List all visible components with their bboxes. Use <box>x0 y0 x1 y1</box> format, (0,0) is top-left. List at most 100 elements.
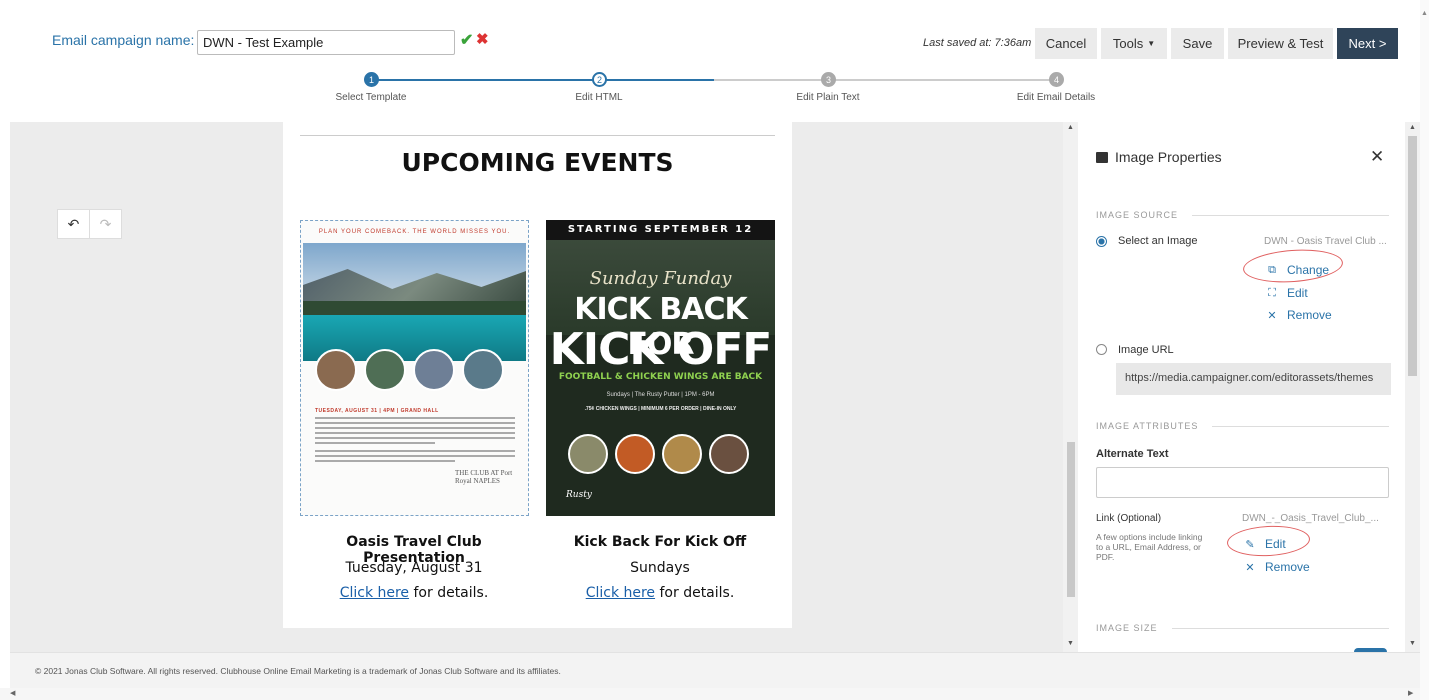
confirm-check-icon[interactable]: ✔ <box>460 30 473 50</box>
step-4-label[interactable]: Edit Email Details <box>1017 92 1095 103</box>
pencil-icon: ✎ <box>1245 538 1255 551</box>
select-image-label[interactable]: Select an Image <box>1118 235 1198 247</box>
edit-link-button[interactable]: ✎ Edit <box>1244 537 1285 551</box>
tools-dropdown-button[interactable]: Tools ▼ <box>1101 28 1167 59</box>
close-icon[interactable]: ✕ <box>1370 147 1384 167</box>
step-1-label[interactable]: Select Template <box>336 92 407 103</box>
remove-link-button[interactable]: ✕ Remove <box>1244 560 1309 574</box>
caret-down-icon: ▼ <box>1147 39 1156 48</box>
stepper-remaining-line <box>714 79 1057 81</box>
flyer-body-text <box>315 417 515 465</box>
scroll-down-arrow-icon[interactable]: ▼ <box>1067 640 1074 647</box>
event-image-oasis-travel[interactable]: PLAN YOUR COMEBACK. THE WORLD MISSES YOU… <box>300 220 529 516</box>
event-date[interactable]: Tuesday, August 31 <box>294 560 534 576</box>
next-button[interactable]: Next > <box>1337 28 1398 59</box>
flyer-subhead: FOOTBALL & CHICKEN WINGS ARE BACK <box>558 372 763 382</box>
flyer-time-line: Sundays | The Rusty Putter | 1PM - 6PM <box>606 392 715 398</box>
save-button[interactable]: Save <box>1171 28 1224 59</box>
change-image-button[interactable]: ⧉ Change <box>1266 263 1329 277</box>
image-edit-icon: ⛶ <box>1268 286 1276 299</box>
canvas-scroll-thumb[interactable] <box>1067 442 1075 597</box>
flyer-photo-circle <box>615 434 655 474</box>
campaign-name-input[interactable] <box>197 30 455 55</box>
image-url-radio[interactable] <box>1096 344 1107 355</box>
event-title[interactable]: Kick Back For Kick Off <box>540 534 780 550</box>
cancel-button[interactable]: Cancel <box>1035 28 1097 59</box>
selected-file-name: DWN - Oasis Travel Club ... <box>1264 236 1387 247</box>
flyer-date-line: TUESDAY, AUGUST 31 | 4PM | GRAND HALL <box>315 408 439 414</box>
flyer-photo-circle <box>568 434 608 474</box>
email-divider <box>300 135 775 136</box>
flyer-deals-line: .75¢ CHICKEN WINGS | MINIMUM 6 PER ORDER… <box>584 406 737 412</box>
copyright-text: © 2021 Jonas Club Software. All rights r… <box>35 666 561 676</box>
flyer-band: STARTING SEPTEMBER 12 <box>546 220 775 240</box>
event-details-line: Click here for details. <box>540 585 780 601</box>
event-details-line: Click here for details. <box>294 585 534 601</box>
close-icon: ✕ <box>1245 561 1255 574</box>
details-suffix: for details. <box>655 585 735 601</box>
select-image-radio[interactable] <box>1096 236 1107 247</box>
editor-canvas: ↶ ↷ UPCOMING EVENTS PLAN YOUR COMEBACK. … <box>10 122 1067 652</box>
email-heading[interactable]: UPCOMING EVENTS <box>283 148 792 177</box>
image-size-section: IMAGE SIZE <box>1096 623 1389 633</box>
panel-title: Image Properties <box>1115 149 1222 165</box>
image-attributes-section: IMAGE ATTRIBUTES <box>1096 421 1389 431</box>
preview-test-button[interactable]: Preview & Test <box>1228 28 1333 59</box>
undo-icon[interactable]: ↶ <box>58 210 90 238</box>
step-3-label[interactable]: Edit Plain Text <box>796 92 859 103</box>
upload-icon: ⧉ <box>1268 263 1276 276</box>
details-suffix: for details. <box>409 585 489 601</box>
edit-image-button[interactable]: ⛶ Edit <box>1266 286 1308 300</box>
page-footer: © 2021 Jonas Club Software. All rights r… <box>10 652 1420 688</box>
click-here-link[interactable]: Click here <box>340 585 409 601</box>
scroll-left-arrow-icon[interactable]: ◀ <box>10 689 15 697</box>
flyer-tagline: PLAN YOUR COMEBACK. THE WORLD MISSES YOU… <box>318 229 511 235</box>
canvas-scrollbar[interactable]: ▲ ▼ <box>1063 122 1078 652</box>
close-icon: ✕ <box>1267 309 1277 322</box>
link-label: Link (Optional) <box>1096 513 1162 524</box>
page-horizontal-scrollbar[interactable]: ◀ ▶ <box>0 688 1420 700</box>
image-icon <box>1096 152 1108 163</box>
flyer-photo-circle <box>413 349 455 391</box>
stepper-progress-line <box>371 79 714 81</box>
panel-scroll-thumb[interactable] <box>1408 136 1417 376</box>
panel-scrollbar[interactable]: ▲ ▼ <box>1405 122 1420 652</box>
step-3-dot[interactable]: 3 <box>821 72 836 87</box>
flyer-photo-circle <box>364 349 406 391</box>
remove-image-button[interactable]: ✕ Remove <box>1266 308 1331 322</box>
event-date[interactable]: Sundays <box>540 560 780 576</box>
last-saved-text: Last saved at: 7:36am <box>923 37 1032 49</box>
flyer-script: Sunday Funday <box>589 268 732 289</box>
event-image-kick-off[interactable]: STARTING SEPTEMBER 12 Sunday Funday KICK… <box>546 220 775 516</box>
scroll-up-arrow-icon[interactable]: ▲ <box>1067 124 1074 131</box>
redo-icon[interactable]: ↷ <box>90 210 121 238</box>
tools-label: Tools <box>1112 36 1144 51</box>
scroll-right-arrow-icon[interactable]: ▶ <box>1408 689 1413 697</box>
campaign-name-label: Email campaign name: <box>52 32 195 48</box>
flyer-club-logo: THE CLUB AT Port Royal NAPLES <box>455 469 513 485</box>
scroll-down-arrow-icon[interactable]: ▼ <box>1409 640 1416 647</box>
click-here-link[interactable]: Click here <box>586 585 655 601</box>
image-url-field[interactable]: https://media.campaigner.com/editorasset… <box>1116 363 1391 395</box>
flyer-rusty-logo: Rusty <box>566 490 592 500</box>
link-help-text: A few options include linking to a URL, … <box>1096 532 1203 562</box>
flyer-photo-circle <box>709 434 749 474</box>
alt-text-input[interactable] <box>1096 467 1389 498</box>
step-2-label[interactable]: Edit HTML <box>575 92 622 103</box>
image-source-section: IMAGE SOURCE <box>1096 210 1389 220</box>
flyer-photo-circle <box>315 349 357 391</box>
scroll-up-arrow-icon[interactable]: ▲ <box>1409 124 1416 131</box>
flyer-headline-large: KICK OFF <box>549 324 773 375</box>
link-value: DWN_-_Oasis_Travel_Club_... <box>1242 513 1379 524</box>
undo-redo-group: ↶ ↷ <box>57 209 122 239</box>
step-1-dot[interactable]: 1 <box>364 72 379 87</box>
scroll-up-arrow-icon[interactable]: ▲ <box>1421 10 1428 17</box>
page-vertical-scrollbar[interactable]: ▲ <box>1420 0 1429 700</box>
cancel-x-icon[interactable]: ✖ <box>476 30 489 48</box>
flyer-photo-circle <box>662 434 702 474</box>
flyer-photo-circle <box>462 349 504 391</box>
alt-text-label: Alternate Text <box>1096 448 1169 460</box>
step-2-dot[interactable]: 2 <box>592 72 607 87</box>
image-url-label[interactable]: Image URL <box>1118 344 1174 356</box>
step-4-dot[interactable]: 4 <box>1049 72 1064 87</box>
